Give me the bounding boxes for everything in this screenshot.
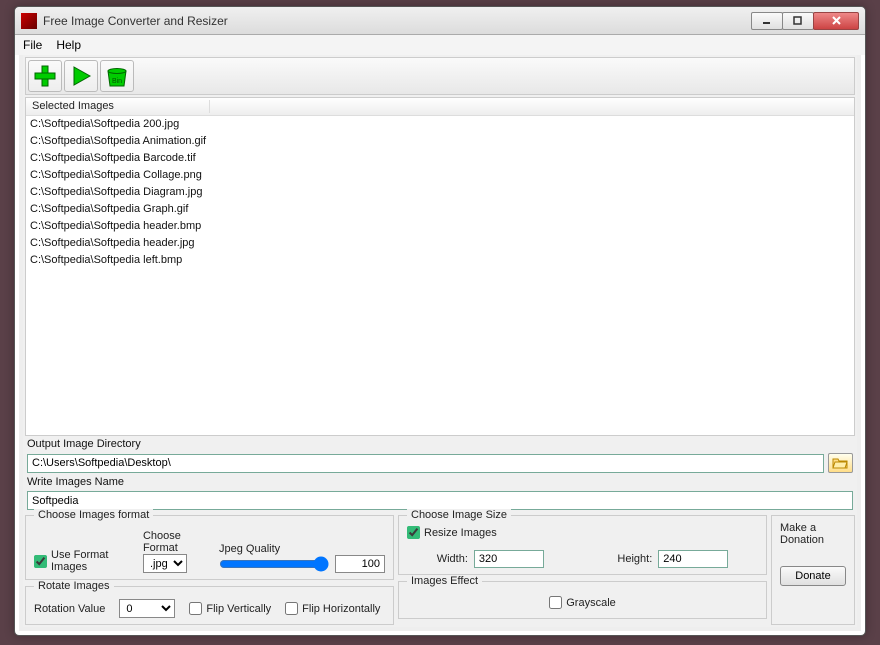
- effect-group-title: Images Effect: [407, 575, 482, 587]
- close-button[interactable]: [813, 12, 859, 30]
- plus-icon: [32, 63, 58, 89]
- file-list-panel: Selected Images C:\Softpedia\Softpedia 2…: [25, 97, 855, 436]
- format-group-title: Choose Images format: [34, 509, 153, 521]
- quality-value[interactable]: [335, 555, 385, 573]
- size-group: Choose Image Size Resize Images Width: H…: [398, 515, 767, 575]
- list-item[interactable]: C:\Softpedia\Softpedia header.jpg: [26, 235, 854, 252]
- output-name-label: Write Images Name: [25, 474, 855, 490]
- rotate-group-title: Rotate Images: [34, 580, 114, 592]
- grayscale-checkbox[interactable]: Grayscale: [549, 596, 616, 609]
- flip-vertical-checkbox[interactable]: Flip Vertically: [189, 602, 271, 615]
- file-list-header-label: Selected Images: [30, 100, 210, 113]
- output-name-input[interactable]: [27, 491, 853, 510]
- choose-format-label: Choose Format: [143, 530, 209, 554]
- list-item[interactable]: C:\Softpedia\Softpedia 200.jpg: [26, 116, 854, 133]
- format-group: Choose Images format Use Format Images C…: [25, 515, 394, 580]
- list-item[interactable]: C:\Softpedia\Softpedia Barcode.tif: [26, 150, 854, 167]
- app-icon: [21, 13, 37, 29]
- format-select[interactable]: .jpg: [143, 554, 187, 573]
- menu-file[interactable]: File: [23, 38, 42, 52]
- quality-slider[interactable]: [219, 556, 329, 572]
- rotation-select[interactable]: 0: [119, 599, 175, 618]
- window-title: Free Image Converter and Resizer: [43, 14, 752, 28]
- use-format-checkbox[interactable]: Use Format Images: [34, 549, 133, 573]
- close-icon: [831, 15, 842, 26]
- minimize-icon: [762, 16, 772, 26]
- resize-checkbox[interactable]: Resize Images: [407, 526, 497, 539]
- rotate-group: Rotate Images Rotation Value 0 Flip Vert…: [25, 586, 394, 625]
- play-icon: [68, 63, 94, 89]
- width-input[interactable]: [474, 550, 544, 568]
- list-item[interactable]: C:\Softpedia\Softpedia Animation.gif: [26, 133, 854, 150]
- output-dir-label: Output Image Directory: [25, 436, 855, 452]
- donate-group: Make a Donation Donate: [771, 515, 855, 625]
- list-item[interactable]: C:\Softpedia\Softpedia Diagram.jpg: [26, 184, 854, 201]
- list-item[interactable]: C:\Softpedia\Softpedia header.bmp: [26, 218, 854, 235]
- jpeg-quality-label: Jpeg Quality: [219, 543, 385, 555]
- titlebar[interactable]: Free Image Converter and Resizer: [15, 7, 865, 35]
- add-button[interactable]: [28, 60, 62, 92]
- maximize-icon: [793, 16, 803, 26]
- app-window: Free Image Converter and Resizer File He…: [14, 6, 866, 636]
- height-label: Height:: [617, 553, 652, 565]
- toolbar: Bin: [25, 57, 855, 95]
- list-item[interactable]: C:\Softpedia\Softpedia left.bmp: [26, 252, 854, 269]
- svg-text:Bin: Bin: [112, 78, 122, 85]
- output-dir-input[interactable]: [27, 454, 824, 473]
- maximize-button[interactable]: [782, 12, 814, 30]
- browse-button[interactable]: [828, 453, 853, 473]
- menu-help[interactable]: Help: [56, 38, 81, 52]
- minimize-button[interactable]: [751, 12, 783, 30]
- bin-button[interactable]: Bin: [100, 60, 134, 92]
- effect-group: Images Effect Grayscale: [398, 581, 767, 619]
- width-label: Width:: [437, 553, 468, 565]
- list-item[interactable]: C:\Softpedia\Softpedia Collage.png: [26, 167, 854, 184]
- donate-title: Make a Donation: [780, 522, 846, 546]
- menubar: File Help: [15, 35, 865, 55]
- run-button[interactable]: [64, 60, 98, 92]
- list-item[interactable]: C:\Softpedia\Softpedia Graph.gif: [26, 201, 854, 218]
- file-list-header[interactable]: Selected Images: [26, 98, 854, 116]
- rotation-label: Rotation Value: [34, 603, 105, 615]
- folder-open-icon: [832, 456, 848, 470]
- height-input[interactable]: [658, 550, 728, 568]
- file-list-body[interactable]: C:\Softpedia\Softpedia 200.jpg C:\Softpe…: [26, 116, 854, 435]
- flip-horizontal-checkbox[interactable]: Flip Horizontally: [285, 602, 380, 615]
- donate-button[interactable]: Donate: [780, 566, 846, 586]
- bin-icon: Bin: [103, 63, 131, 89]
- size-group-title: Choose Image Size: [407, 509, 511, 521]
